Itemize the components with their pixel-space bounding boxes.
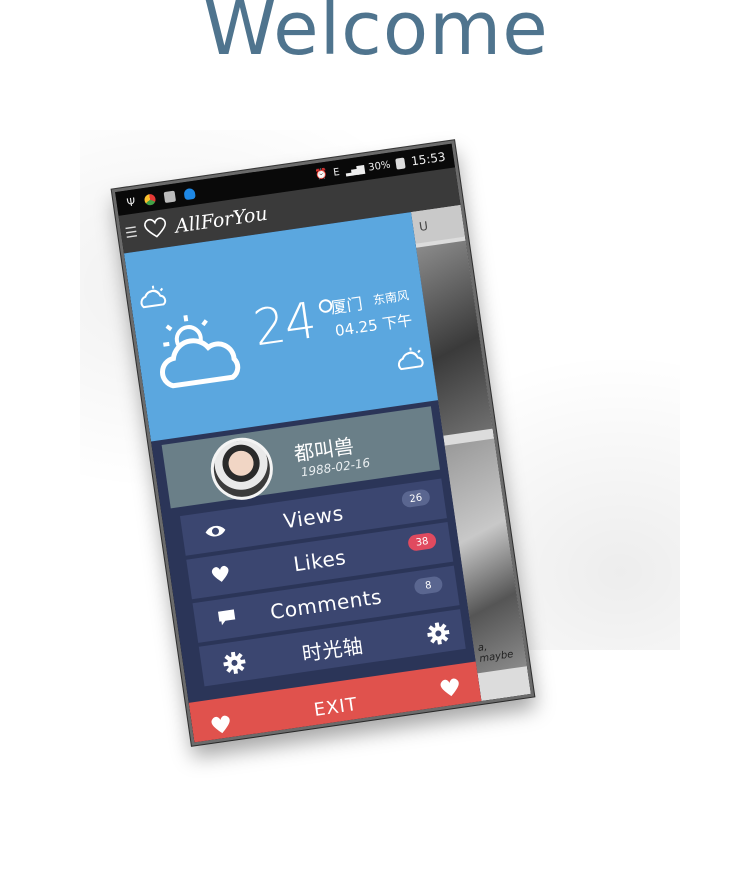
sun-cloud-icon (135, 283, 173, 318)
app-title: AllForYou (173, 202, 269, 238)
network-type: E (332, 166, 341, 179)
gear-icon (222, 650, 247, 679)
battery-icon (395, 156, 407, 170)
chrome-icon (143, 193, 156, 206)
views-count-badge: 26 (400, 488, 431, 509)
page-title: Welcome (203, 0, 549, 72)
weather-panel: 24° 厦门 东南风 04.25 下午 (123, 212, 439, 442)
menu-icon[interactable]: ☰ (124, 224, 139, 242)
menu-item-label: 时光轴 (300, 632, 365, 666)
gear-icon (426, 621, 451, 650)
signal-icon: ▂▄▆ (344, 163, 364, 177)
usb-icon: Ψ (125, 194, 137, 209)
city: 厦门 (329, 294, 364, 318)
drawer-menu: Views 26 Likes 38 Comments 8 时光轴 (179, 478, 466, 690)
comments-count-badge: 8 (413, 575, 444, 596)
clock: 15:53 (410, 149, 447, 169)
likes-count-badge: 38 (407, 531, 438, 552)
avatar[interactable] (206, 433, 277, 504)
qq-icon (182, 187, 196, 200)
eye-icon (203, 520, 228, 547)
comment-icon (216, 607, 239, 632)
alarm-icon: ⏰ (314, 168, 329, 181)
weather-icon (147, 303, 254, 400)
sun-cloud-icon (392, 345, 430, 380)
image-icon (163, 190, 176, 203)
wind-direction: 东南风 (372, 288, 410, 308)
menu-item-label: Comments (268, 584, 384, 625)
heart-icon (209, 564, 232, 589)
battery-percent: 30% (367, 159, 392, 174)
exit-label: EXIT (312, 693, 360, 721)
menu-item-label: Views (281, 500, 346, 534)
heart-icon (438, 676, 463, 703)
photo-caption: a, maybe (477, 641, 515, 665)
menu-item-label: Likes (291, 545, 348, 577)
content-tab[interactable]: U (410, 204, 466, 244)
heart-logo-icon[interactable] (140, 215, 171, 245)
heart-icon (209, 713, 234, 740)
